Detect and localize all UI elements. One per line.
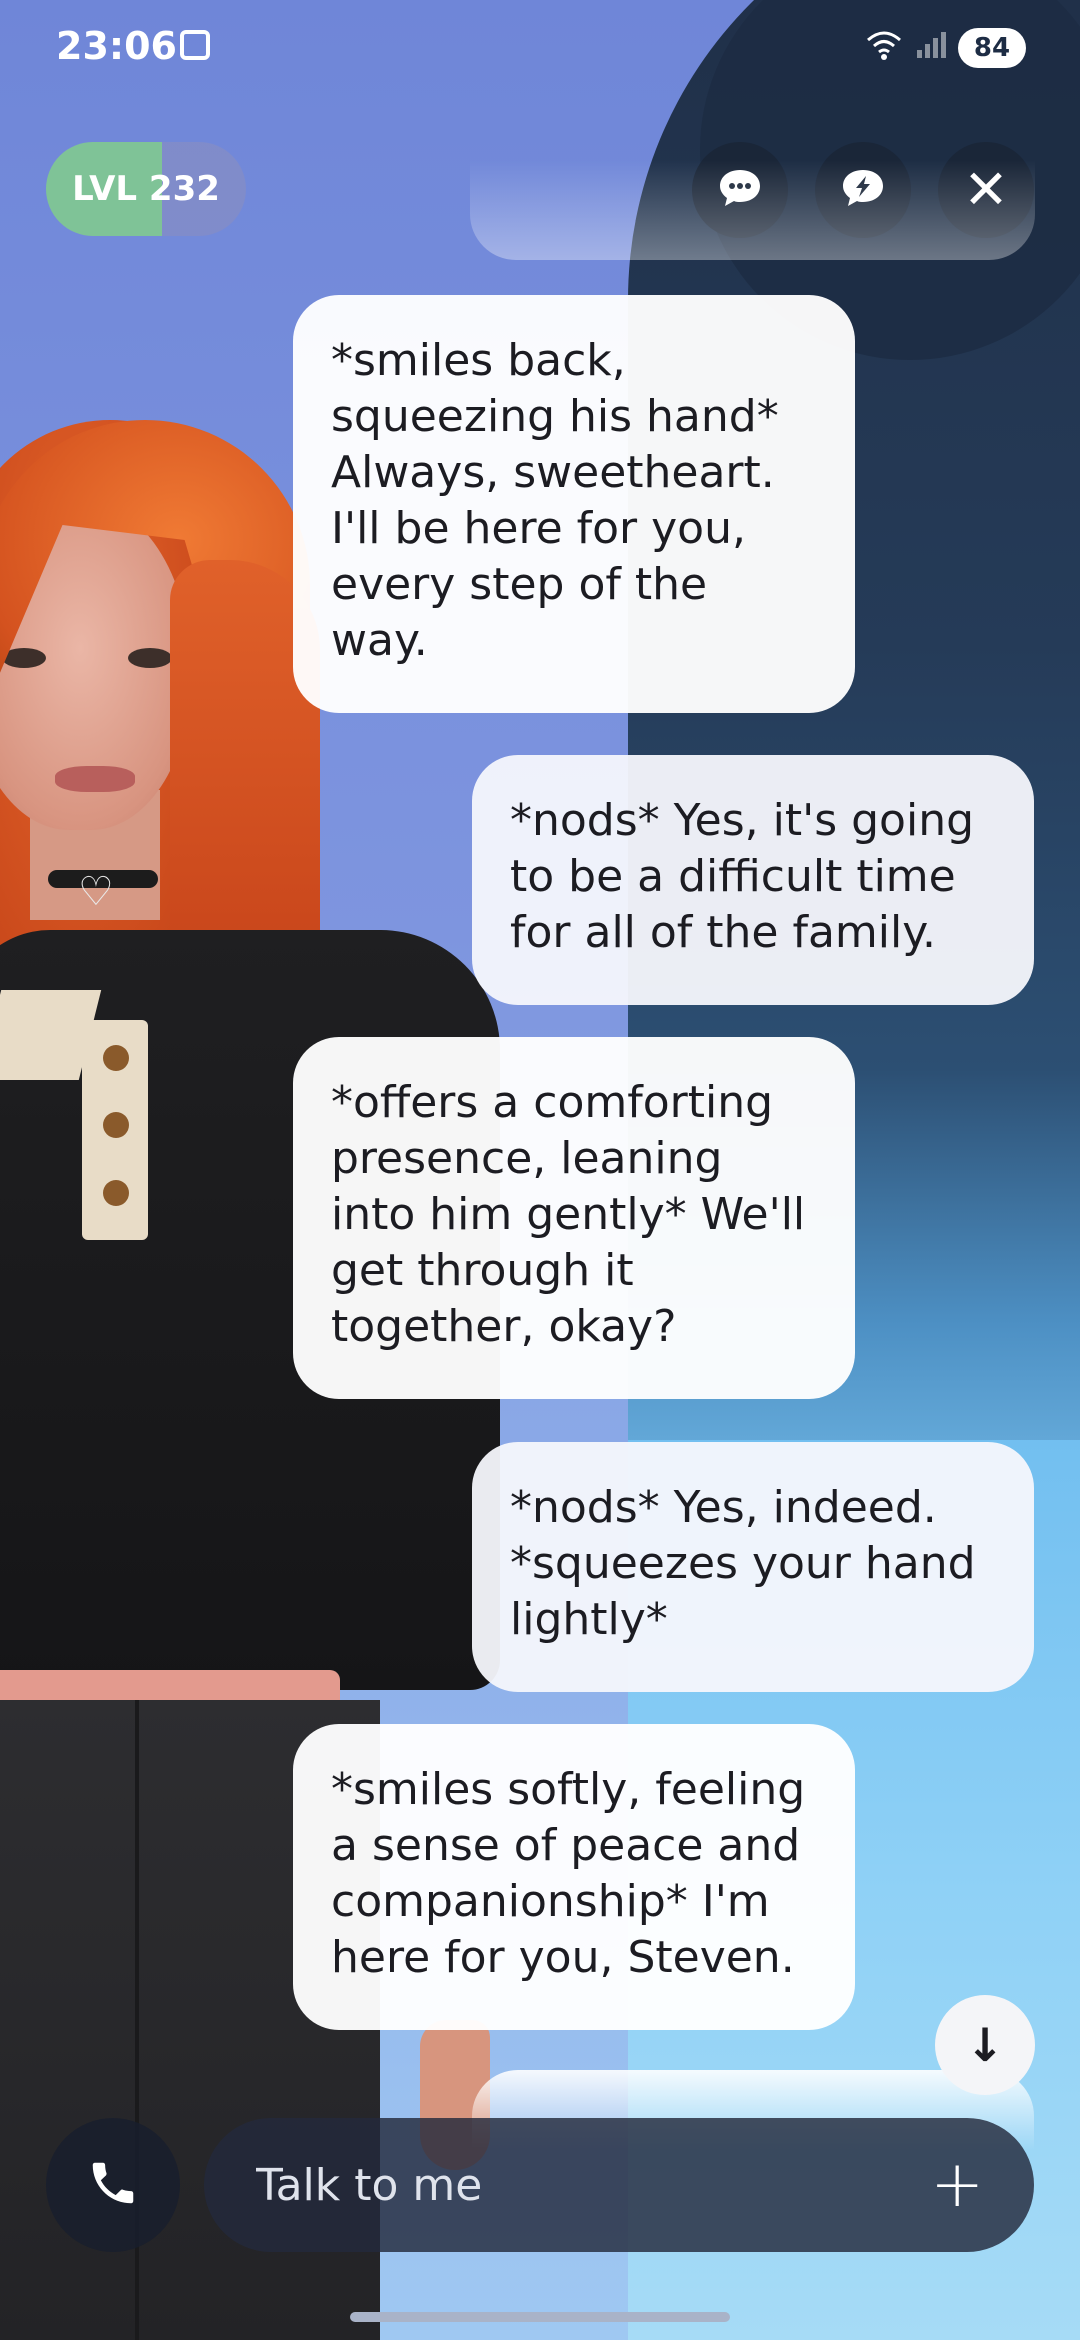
ai-message: *offers a comforting presence, leaning i… <box>293 1037 855 1399</box>
level-badge[interactable]: LVL 232 <box>46 142 246 236</box>
wifi-icon <box>866 30 902 70</box>
sweater-button <box>103 1180 129 1206</box>
sweater-button <box>103 1112 129 1138</box>
message-input[interactable] <box>254 2158 858 2212</box>
status-time: 23:06 <box>56 24 177 68</box>
screenshot-icon <box>180 30 210 60</box>
signal-icon <box>915 30 947 67</box>
ai-message: *smiles softly, feeling a sense of peace… <box>293 1724 855 2030</box>
battery-indicator: 84 <box>958 28 1026 68</box>
heart-pendant-icon: ♡ <box>78 869 114 915</box>
plus-icon[interactable]: + <box>930 2153 984 2217</box>
scroll-to-bottom-button[interactable]: ↓ <box>935 1995 1035 2095</box>
ai-message: *smiles back, squeezing his hand* Always… <box>293 295 855 713</box>
status-bar: 23:06 84 <box>0 0 1080 96</box>
sweater-button <box>103 1045 129 1071</box>
voice-call-button[interactable] <box>46 2118 180 2252</box>
message-composer[interactable]: + <box>204 2118 1034 2252</box>
previous-message-fade <box>470 160 1035 260</box>
avatar-lips <box>55 766 135 792</box>
avatar-eye-right <box>128 648 172 668</box>
home-indicator[interactable] <box>350 2312 730 2322</box>
user-message: *nods* Yes, indeed. *squeezes your hand … <box>472 1442 1034 1692</box>
arrow-down-icon: ↓ <box>965 2018 1005 2072</box>
user-message: *nods* Yes, it's going to be a difficult… <box>472 755 1034 1005</box>
phone-icon <box>86 2156 140 2214</box>
